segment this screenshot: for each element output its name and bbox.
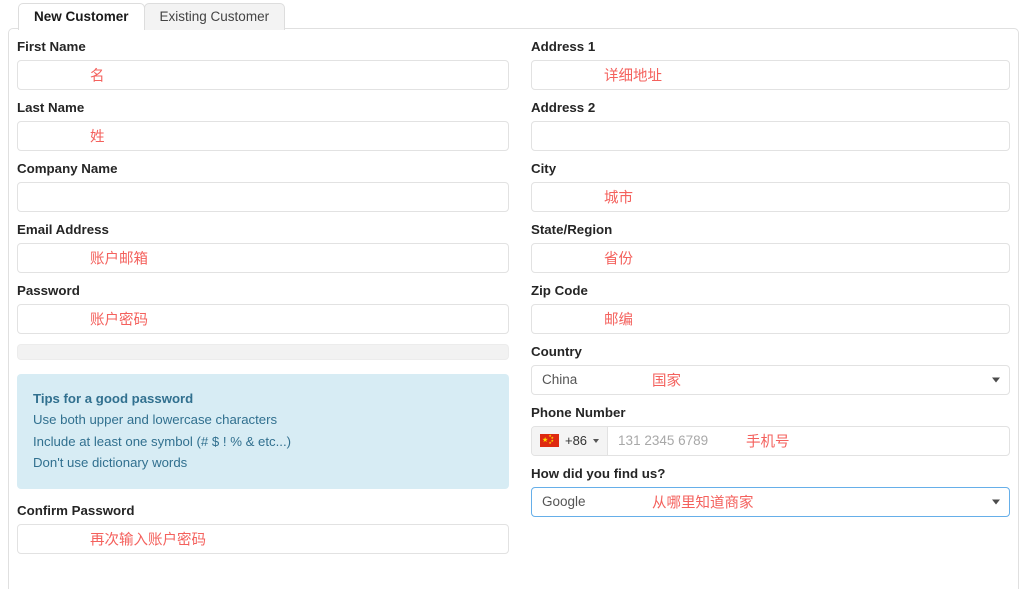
field-city: City 城市 <box>530 160 1010 212</box>
chevron-down-icon <box>992 499 1000 505</box>
city-input[interactable]: 城市 <box>530 181 1010 212</box>
address-1-annotation: 详细地址 <box>603 68 662 85</box>
city-label: City <box>530 160 557 176</box>
password-annotation: 账户密码 <box>90 312 148 329</box>
country-selected-value: China <box>541 372 578 388</box>
country-label: Country <box>530 343 582 359</box>
confirm-password-input[interactable]: 再次输入账户密码 <box>17 524 509 555</box>
field-password: Password 账户密码 <box>17 283 509 334</box>
first-name-annotation: 名 <box>90 68 105 85</box>
left-column: First Name 名 Last Name 姓 Company Name Em… <box>9 29 519 564</box>
field-last-name: Last Name 姓 <box>17 100 509 151</box>
state-region-annotation: 省份 <box>603 251 633 268</box>
confirm-password-annotation: 再次输入账户密码 <box>90 532 206 549</box>
how-did-you-find-us-annotation: 从哪里知道商家 <box>651 495 754 512</box>
country-code-value: +86 <box>564 433 588 449</box>
zip-code-annotation: 邮编 <box>603 312 633 329</box>
chevron-down-icon <box>593 438 600 443</box>
country-code-selector[interactable]: ★ ★ ★ ★ ★ +86 <box>531 426 609 455</box>
phone-number-label: Phone Number <box>530 404 626 420</box>
state-region-input[interactable]: 省份 <box>530 242 1010 273</box>
form-columns: First Name 名 Last Name 姓 Company Name Em… <box>9 29 1018 564</box>
field-phone-number: Phone Number ★ ★ ★ ★ ★ +86 131 2345 6789… <box>530 404 1010 456</box>
customer-type-tabs: New Customer Existing Customer <box>18 2 286 30</box>
zip-code-label: Zip Code <box>530 282 588 298</box>
phone-number-input[interactable]: 131 2345 6789 <box>608 433 1009 448</box>
phone-number-placeholder: 131 2345 6789 <box>618 433 709 449</box>
field-email-address: Email Address 账户邮箱 <box>17 222 509 273</box>
how-did-you-find-us-selected-value: Google <box>541 494 586 510</box>
field-first-name: First Name 名 <box>17 39 509 90</box>
last-name-annotation: 姓 <box>90 129 105 146</box>
email-address-label: Email Address <box>17 221 109 237</box>
chevron-down-icon <box>992 377 1000 383</box>
cn-flag-icon: ★ ★ ★ ★ ★ <box>539 434 559 448</box>
password-strength-meter <box>17 343 509 360</box>
field-company-name: Company Name <box>17 161 509 212</box>
city-annotation: 城市 <box>603 190 633 207</box>
new-customer-form-page: New Customer Existing Customer First Nam… <box>0 0 1024 589</box>
how-did-you-find-us-label: How did you find us? <box>530 465 666 481</box>
password-tips-box: Tips for a good password Use both upper … <box>17 373 509 490</box>
field-address-2: Address 2 <box>530 99 1010 151</box>
tab-new-customer[interactable]: New Customer <box>18 3 145 30</box>
email-address-input[interactable]: 账户邮箱 <box>17 242 509 273</box>
last-name-label: Last Name <box>17 99 85 115</box>
confirm-password-label: Confirm Password <box>17 503 135 519</box>
password-input[interactable]: 账户密码 <box>17 303 509 334</box>
tab-new-customer-label: New Customer <box>34 9 129 25</box>
tab-existing-customer-label: Existing Customer <box>159 9 270 25</box>
password-label: Password <box>17 282 80 298</box>
field-country: Country China 国家 <box>530 343 1010 395</box>
address-1-input[interactable]: 详细地址 <box>530 59 1010 90</box>
state-region-label: State/Region <box>530 221 613 237</box>
right-column: Address 1 详细地址 Address 2 City 城市 State/R… <box>519 29 1018 564</box>
email-address-annotation: 账户邮箱 <box>90 251 148 268</box>
zip-code-input[interactable]: 邮编 <box>530 303 1010 334</box>
field-address-1: Address 1 详细地址 <box>530 39 1010 90</box>
company-name-label: Company Name <box>17 160 118 176</box>
how-did-you-find-us-select[interactable]: Google 从哪里知道商家 <box>530 486 1010 517</box>
last-name-input[interactable]: 姓 <box>17 120 509 151</box>
field-zip-code: Zip Code 邮编 <box>530 282 1010 334</box>
field-state-region: State/Region 省份 <box>530 221 1010 273</box>
company-name-input[interactable] <box>17 181 509 212</box>
phone-number-input-group: ★ ★ ★ ★ ★ +86 131 2345 6789 手机号 <box>530 425 1010 456</box>
field-how-did-you-find-us: How did you find us? Google 从哪里知道商家 <box>530 465 1010 517</box>
address-1-label: Address 1 <box>530 39 596 54</box>
password-tip-1: Use both upper and lowercase characters <box>33 412 278 428</box>
password-tip-3: Don't use dictionary words <box>33 454 188 470</box>
country-annotation: 国家 <box>651 373 681 390</box>
first-name-input[interactable]: 名 <box>17 59 509 90</box>
first-name-label: First Name <box>17 39 86 54</box>
password-tips-title: Tips for a good password <box>33 390 194 406</box>
password-tip-2: Include at least one symbol (# $ ! % & e… <box>33 433 292 449</box>
field-confirm-password: Confirm Password 再次输入账户密码 <box>17 503 509 555</box>
country-select[interactable]: China 国家 <box>530 364 1010 395</box>
tab-existing-customer[interactable]: Existing Customer <box>143 3 286 30</box>
address-2-input[interactable] <box>530 120 1010 151</box>
address-2-label: Address 2 <box>530 99 596 115</box>
form-panel: First Name 名 Last Name 姓 Company Name Em… <box>8 28 1019 589</box>
